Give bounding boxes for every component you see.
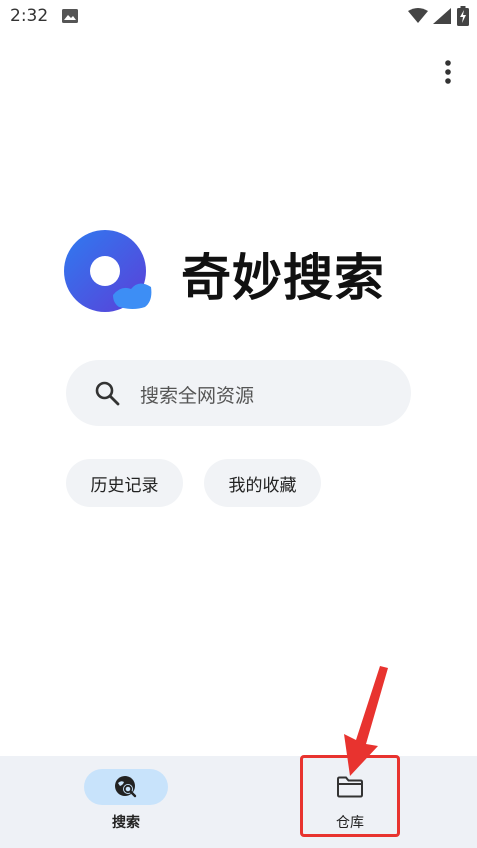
status-bar: 2:32: [0, 0, 477, 34]
app-screen: 2:32 奇妙搜索 搜索全网资源 历史记录 我的收藏 搜索 仓库: [0, 0, 477, 848]
nav-tab-storage[interactable]: 仓库: [290, 756, 410, 848]
search-icon: [95, 381, 120, 406]
signal-icon: [433, 8, 451, 24]
nav-icon-container: [308, 769, 392, 805]
favorites-button[interactable]: 我的收藏: [204, 459, 321, 507]
nav-tab-search[interactable]: 搜索: [66, 756, 186, 848]
nav-label-storage: 仓库: [336, 815, 364, 831]
nav-label-search: 搜索: [112, 815, 140, 831]
search-input[interactable]: 搜索全网资源: [66, 360, 411, 426]
bottom-navigation: 搜索 仓库: [0, 756, 477, 848]
search-logo-icon: [64, 230, 152, 312]
app-title: 奇妙搜索: [181, 249, 385, 307]
status-time: 2:32: [10, 6, 49, 26]
wifi-icon: [408, 8, 428, 23]
more-options-button[interactable]: [434, 56, 462, 88]
search-globe-icon: [115, 776, 137, 798]
battery-charging-icon: [457, 6, 469, 26]
folder-icon: [337, 776, 363, 798]
nav-active-indicator: [84, 769, 168, 805]
image-icon: [62, 9, 78, 23]
history-button[interactable]: 历史记录: [66, 459, 183, 507]
more-vert-icon: [445, 60, 451, 84]
search-placeholder: 搜索全网资源: [140, 385, 255, 407]
